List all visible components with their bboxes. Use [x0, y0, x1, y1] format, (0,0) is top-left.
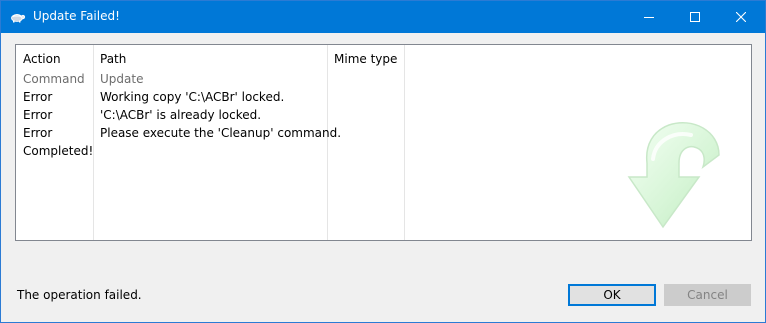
path-cell: 'C:\ACBr' is already locked.: [100, 108, 262, 122]
close-button[interactable]: [718, 1, 764, 33]
minimize-icon: [644, 17, 654, 18]
title-bar[interactable]: Update Failed!: [1, 1, 765, 33]
action-cell: Error: [23, 90, 53, 104]
action-cell: Completed!: [23, 144, 94, 158]
window-title: Update Failed!: [33, 9, 120, 23]
action-cell: Error: [23, 126, 53, 140]
path-cell: Please execute the 'Cleanup' command.: [100, 126, 342, 140]
tortoise-app-icon: [11, 14, 26, 23]
status-text: The operation failed.: [17, 288, 142, 302]
update-arrow-icon: [627, 122, 720, 229]
path-cell: Working copy 'C:\ACBr' locked.: [100, 90, 285, 104]
cancel-button[interactable]: Cancel: [664, 284, 751, 306]
minimize-button[interactable]: [626, 1, 672, 33]
action-cell: Error: [23, 108, 53, 122]
results-list[interactable]: Action Path Mime type Command Update Err…: [15, 44, 752, 241]
column-header-mime-type[interactable]: Mime type: [334, 52, 397, 66]
column-header-path[interactable]: Path: [100, 52, 126, 66]
ok-button[interactable]: OK: [568, 284, 656, 306]
maximize-icon: [690, 12, 700, 22]
update-failed-dialog: Update Failed! Action Path Mime type Com…: [0, 0, 766, 323]
close-icon: [736, 12, 746, 22]
path-cell: Update: [100, 72, 144, 86]
list-item[interactable]: Error Working copy 'C:\ACBr' locked.: [16, 90, 751, 108]
maximize-button[interactable]: [672, 1, 718, 33]
list-item[interactable]: Command Update: [16, 72, 751, 90]
column-header-action[interactable]: Action: [23, 52, 61, 66]
dialog-body: Action Path Mime type Command Update Err…: [1, 33, 765, 322]
action-cell: Command: [23, 72, 85, 86]
